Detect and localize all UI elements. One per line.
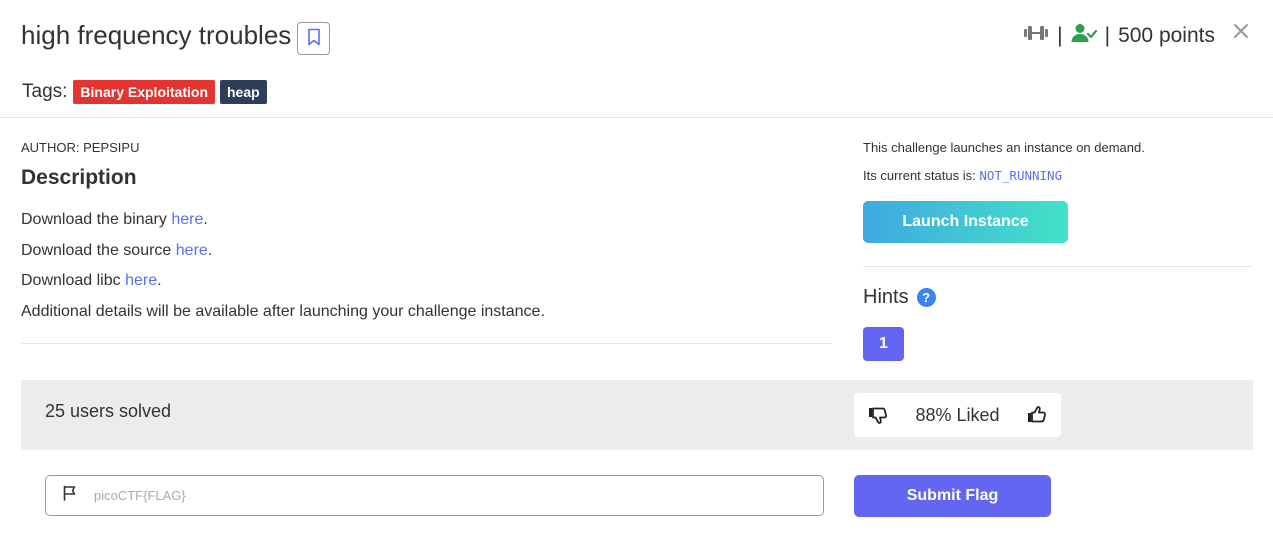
meta-separator: | bbox=[1104, 24, 1111, 47]
challenge-title: high frequency troubles bbox=[21, 20, 292, 50]
description-divider bbox=[21, 343, 832, 344]
description-text: Download libc bbox=[21, 272, 126, 289]
sidebar-divider bbox=[863, 266, 1253, 267]
hints-heading: Hints ? bbox=[863, 286, 936, 309]
close-icon bbox=[1233, 23, 1249, 44]
author-label: AUTHOR: PEPSIPU bbox=[21, 140, 140, 155]
flag-icon bbox=[62, 485, 78, 506]
thumbs-down-icon[interactable] bbox=[868, 405, 888, 425]
meta-separator: | bbox=[1057, 24, 1063, 47]
user-check-icon bbox=[1071, 23, 1097, 49]
description-line: Download the binary here. bbox=[21, 208, 545, 239]
submit-flag-button[interactable]: Submit Flag bbox=[854, 475, 1051, 517]
launch-instance-button[interactable]: Launch Instance bbox=[863, 201, 1068, 243]
dumbbell-icon bbox=[1023, 24, 1049, 48]
description-suffix: . bbox=[207, 241, 213, 259]
help-icon[interactable]: ? bbox=[916, 288, 936, 307]
tag-heap[interactable]: heap bbox=[220, 80, 267, 104]
like-box: 88% Liked bbox=[854, 393, 1061, 437]
description-suffix: . bbox=[203, 211, 208, 228]
close-button[interactable] bbox=[1231, 22, 1251, 44]
liked-percentage: 88% Liked bbox=[915, 404, 1000, 425]
description-text: Download the binary bbox=[21, 211, 172, 228]
tag-binary-exploitation[interactable]: Binary Exploitation bbox=[73, 80, 215, 104]
bookmark-icon bbox=[307, 28, 321, 49]
stats-bar: 25 users solved 88% Liked bbox=[21, 380, 1253, 450]
description-suffix: . bbox=[157, 272, 162, 289]
instance-info: This challenge launches an instance on d… bbox=[863, 140, 1145, 155]
description-text: Download the source bbox=[21, 241, 176, 259]
flag-input[interactable] bbox=[94, 488, 774, 503]
tag-list: Tags: Binary Exploitation heap bbox=[22, 80, 272, 104]
description-heading: Description bbox=[21, 166, 137, 189]
bookmark-button[interactable] bbox=[297, 22, 330, 55]
description-text: Additional details will be available aft… bbox=[21, 302, 545, 320]
thumbs-up-icon[interactable] bbox=[1027, 405, 1047, 425]
description-line: Download libc here. bbox=[21, 269, 545, 300]
tags-label: Tags: bbox=[22, 81, 68, 102]
instance-status: Its current status is: NOT_RUNNING bbox=[863, 168, 1062, 183]
challenge-header: high frequency troubles | | 500 points T… bbox=[0, 0, 1273, 118]
source-download-link[interactable]: here bbox=[176, 242, 208, 259]
hint-button-1[interactable]: 1 bbox=[863, 327, 904, 361]
hints-label: Hints bbox=[863, 286, 909, 308]
description-line: Download the source here. bbox=[21, 239, 545, 270]
solved-count: 25 users solved bbox=[45, 401, 172, 421]
flag-input-container bbox=[45, 475, 824, 516]
status-label: Its current status is: bbox=[863, 168, 980, 183]
challenge-meta: | | 500 points bbox=[1023, 22, 1215, 50]
libc-download-link[interactable]: here bbox=[125, 272, 157, 289]
points-value: 500 points bbox=[1118, 24, 1215, 47]
binary-download-link[interactable]: here bbox=[171, 211, 203, 228]
description-line: Additional details will be available aft… bbox=[21, 300, 545, 331]
status-value: NOT_RUNNING bbox=[979, 168, 1063, 183]
description-body: Download the binary here. Download the s… bbox=[21, 208, 545, 330]
